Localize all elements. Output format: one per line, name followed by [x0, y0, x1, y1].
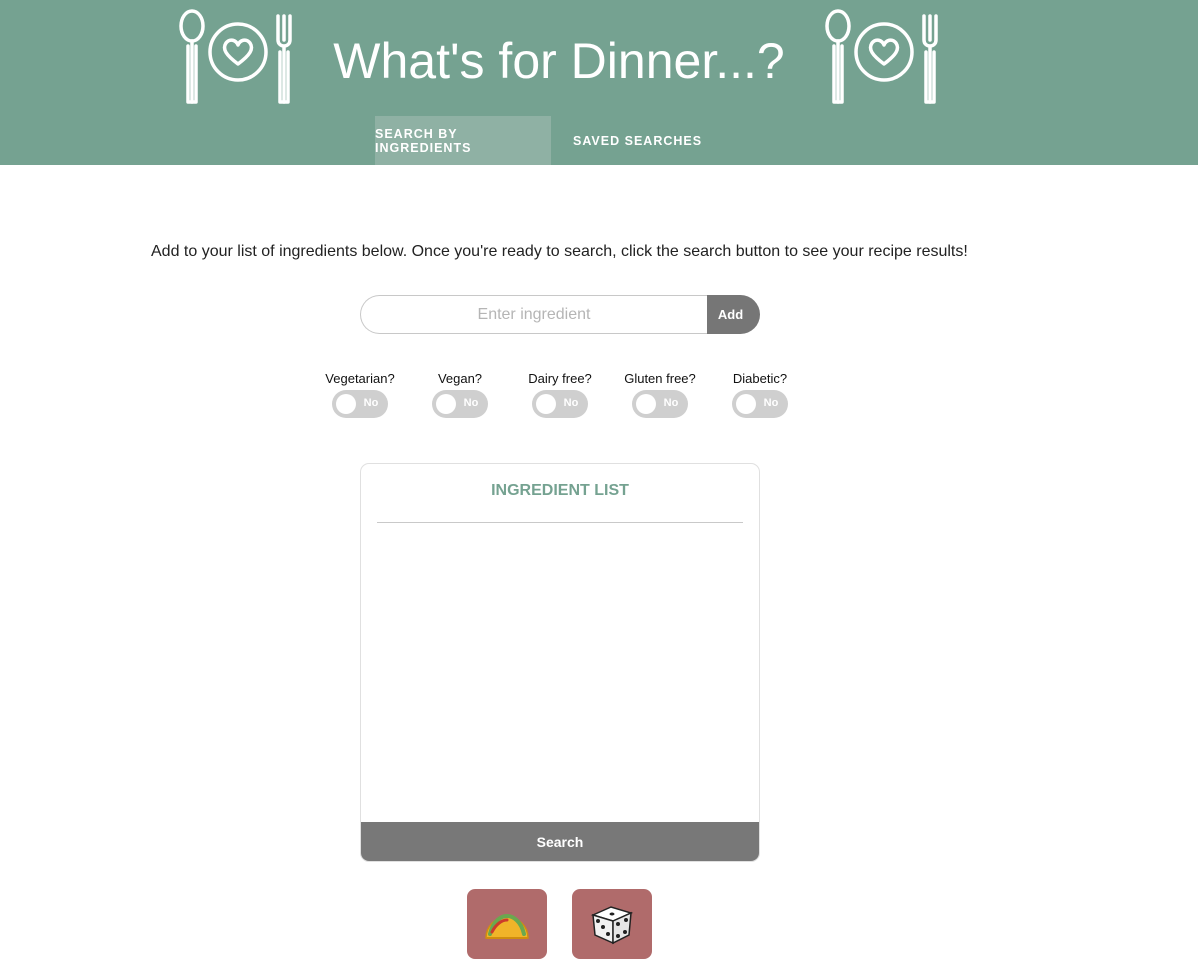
vegetarian-toggle[interactable]: No — [332, 390, 388, 418]
filter-label: Gluten free? — [624, 371, 696, 386]
toggle-state: No — [463, 397, 479, 409]
toggle-state: No — [663, 397, 679, 409]
ingredient-entry: Add — [360, 295, 760, 334]
filter-vegan: Vegan? No — [415, 371, 505, 418]
diabetic-toggle[interactable]: No — [732, 390, 788, 418]
filter-label: Dairy free? — [528, 371, 592, 386]
toggle-knob — [536, 394, 556, 414]
tab-saved-searches[interactable]: SAVED SEARCHES — [551, 116, 702, 165]
dairy-free-toggle[interactable]: No — [532, 390, 588, 418]
plate-heart-utensils-icon — [179, 9, 292, 104]
filter-vegetarian: Vegetarian? No — [315, 371, 405, 418]
toggle-state: No — [363, 397, 379, 409]
search-button[interactable]: Search — [361, 822, 759, 861]
filter-dairy-free: Dairy free? No — [515, 371, 605, 418]
filter-label: Diabetic? — [732, 371, 788, 386]
toggle-knob — [636, 394, 656, 414]
ingredient-input[interactable] — [360, 295, 707, 334]
filter-label: Vegetarian? — [325, 371, 395, 386]
random-dice-button[interactable] — [572, 889, 652, 959]
taco-icon — [485, 913, 529, 939]
ingredient-list-items — [377, 526, 743, 816]
filter-label: Vegan? — [437, 371, 483, 386]
site-header: What's for Dinner...? SEARCH BY INGREDIE… — [0, 0, 1198, 165]
site-title: What's for Dinner...? — [333, 33, 785, 89]
toggle-knob — [436, 394, 456, 414]
toggle-knob — [736, 394, 756, 414]
tab-search-by-ingredients[interactable]: SEARCH BY INGREDIENTS — [375, 116, 551, 165]
filter-diabetic: Diabetic? No — [715, 371, 805, 418]
vegan-toggle[interactable]: No — [432, 390, 488, 418]
dice-icon — [590, 906, 634, 945]
ingredient-list-title: INGREDIENT LIST — [491, 482, 629, 499]
toggle-state: No — [763, 397, 779, 409]
taco-button[interactable] — [467, 889, 547, 959]
nav-tabs: SEARCH BY INGREDIENTS SAVED SEARCHES — [375, 116, 702, 165]
toggle-state: No — [563, 397, 579, 409]
toggle-knob — [336, 394, 356, 414]
add-button[interactable]: Add — [707, 295, 760, 334]
gluten-free-toggle[interactable]: No — [632, 390, 688, 418]
intro-text: Add to your list of ingredients below. O… — [151, 243, 968, 260]
plate-heart-utensils-icon — [825, 9, 938, 104]
ingredient-list-card: INGREDIENT LIST Search — [360, 463, 760, 862]
divider — [377, 522, 743, 523]
filter-gluten-free: Gluten free? No — [615, 371, 705, 418]
